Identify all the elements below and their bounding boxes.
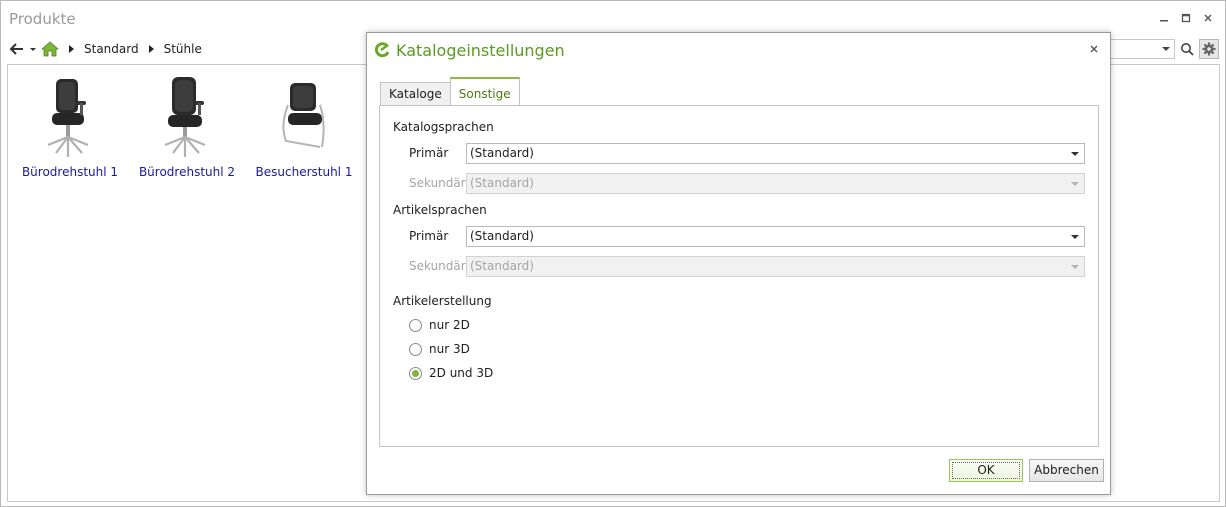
article-secondary-label: Sekundär [409,259,466,273]
maximize-icon[interactable] [1178,11,1194,27]
article-primary-value: (Standard) [470,229,534,243]
catalog-secondary-select: (Standard) [466,173,1085,194]
gear-icon[interactable] [1199,39,1219,59]
tab-panel-sonstige: Katalogsprachen Primär (Standard) Sekund… [379,105,1099,447]
article-secondary-value: (Standard) [470,259,534,273]
radio-nur-2d[interactable]: nur 2D [409,317,470,333]
home-icon[interactable] [41,41,59,57]
product-label[interactable]: Besucherstuhl 1 [249,165,359,179]
search-icon[interactable] [1177,39,1197,59]
product-label[interactable]: Bürodrehstuhl 1 [15,165,125,179]
tab-sonstige[interactable]: Sonstige [449,77,520,107]
radio-button-selected[interactable] [409,366,422,380]
chevron-down-icon [1071,182,1079,186]
office-chair-image [47,79,89,157]
dialog-title: Katalogeinstellungen [396,41,565,60]
radio-button[interactable] [409,342,422,356]
back-arrow-icon[interactable] [9,42,25,56]
article-languages-heading: Artikelsprachen [393,203,487,217]
breadcrumb-arrow-icon [148,45,154,53]
dropdown-icon[interactable] [29,45,37,53]
radio-nur-3d[interactable]: nur 3D [409,341,470,357]
article-creation-heading: Artikelerstellung [393,294,492,308]
catalog-secondary-label: Sekundär [409,176,466,190]
breadcrumb-arrow-icon [69,45,74,53]
article-primary-select[interactable]: (Standard) [466,226,1085,247]
app-logo-icon [374,42,391,61]
office-chair-image [164,77,206,157]
radio-label: nur 2D [429,318,470,332]
navigation-bar: Standard Stühle [9,39,202,59]
chevron-down-icon [1071,235,1079,239]
close-icon[interactable] [1200,11,1216,27]
visitor-chair-image [282,83,325,148]
window-title: Produkte [9,10,76,28]
catalog-primary-label: Primär [409,146,449,160]
catalog-secondary-value: (Standard) [470,176,534,190]
article-secondary-select: (Standard) [466,256,1085,277]
product-label[interactable]: Bürodrehstuhl 2 [132,165,242,179]
radio-label: 2D und 3D [429,366,494,380]
list-item[interactable]: Besucherstuhl 1 [249,75,359,179]
minimize-icon[interactable] [1156,11,1172,27]
cancel-button[interactable]: Abbrechen [1029,459,1104,482]
list-item[interactable]: Bürodrehstuhl 1 [15,75,125,179]
breadcrumb-stuehle[interactable]: Stühle [164,42,202,56]
close-icon[interactable] [1086,42,1102,58]
catalog-languages-heading: Katalogsprachen [393,120,494,134]
article-primary-label: Primär [409,229,449,243]
radio-label: nur 3D [429,342,470,356]
breadcrumb-standard[interactable]: Standard [84,42,139,56]
focus-rect [952,462,1020,479]
chevron-down-icon [1071,265,1079,269]
tab-bar: Kataloge Sonstige [380,76,520,107]
chevron-down-icon [1162,47,1170,51]
chevron-down-icon [1071,152,1079,156]
catalog-primary-select[interactable]: (Standard) [466,143,1085,164]
catalog-primary-value: (Standard) [470,146,534,160]
catalog-settings-dialog: Katalogeinstellungen Kataloge Sonstige K… [366,32,1111,495]
tab-kataloge[interactable]: Kataloge [380,82,451,106]
ok-button[interactable]: OK [949,459,1023,482]
list-item[interactable]: Bürodrehstuhl 2 [132,75,242,179]
radio-2d-und-3d[interactable]: 2D und 3D [409,365,493,381]
radio-button[interactable] [409,318,422,332]
search-dropdown[interactable] [1101,39,1175,59]
